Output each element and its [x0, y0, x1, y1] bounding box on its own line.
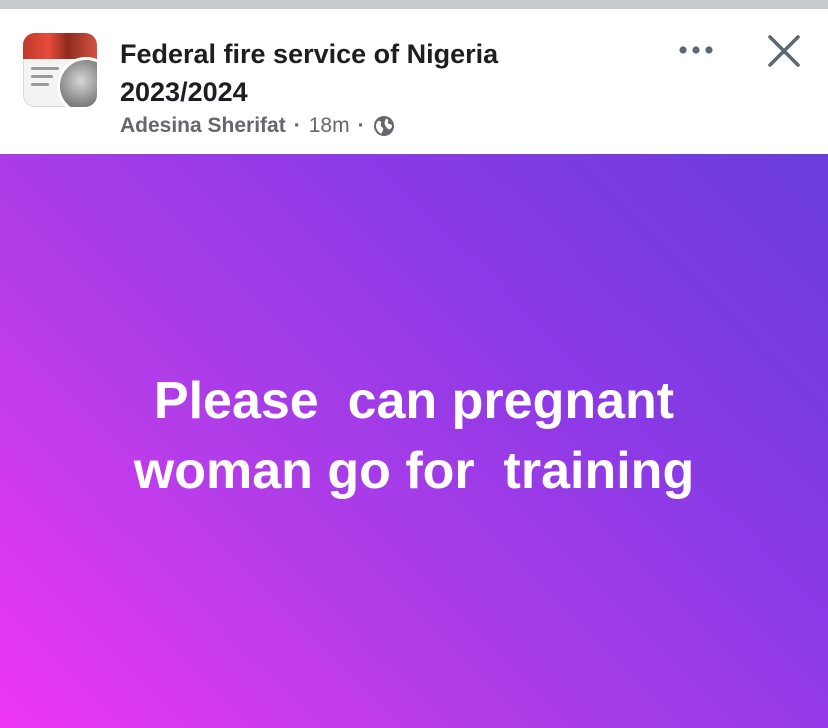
post-text: Please can pregnant woman go for trainin… — [40, 366, 788, 506]
more-options-button[interactable] — [672, 35, 720, 67]
thumbnail-text-line — [31, 75, 53, 78]
post-text-line1: Please can pregnant — [153, 372, 675, 430]
meta-separator: · — [293, 114, 301, 137]
globe-icon — [373, 115, 395, 137]
status-strip — [0, 0, 828, 9]
thumbnail-banner — [23, 33, 97, 59]
meta-separator: · — [357, 114, 365, 137]
more-dots-icon — [678, 42, 714, 60]
post-text-line2: woman go for training — [133, 442, 695, 500]
author-name[interactable]: Adesina Sherifat — [120, 114, 286, 138]
group-thumbnail[interactable] — [23, 33, 97, 107]
post-meta: Adesina Sherifat · 18m · — [120, 112, 395, 140]
close-button[interactable] — [758, 27, 810, 79]
thumbnail-text-line — [31, 83, 49, 86]
post-title-line2: 2023/2024 — [120, 77, 248, 107]
post-title-line1: Federal fire service of Nigeria — [120, 39, 499, 69]
post-header: Federal fire service of Nigeria 2023/202… — [0, 9, 828, 154]
post-title[interactable]: Federal fire service of Nigeria 2023/202… — [120, 35, 640, 111]
thumbnail-text-line — [31, 67, 59, 70]
close-icon — [767, 34, 801, 73]
post-time[interactable]: 18m — [309, 114, 350, 138]
thumbnail-avatar — [57, 57, 97, 107]
